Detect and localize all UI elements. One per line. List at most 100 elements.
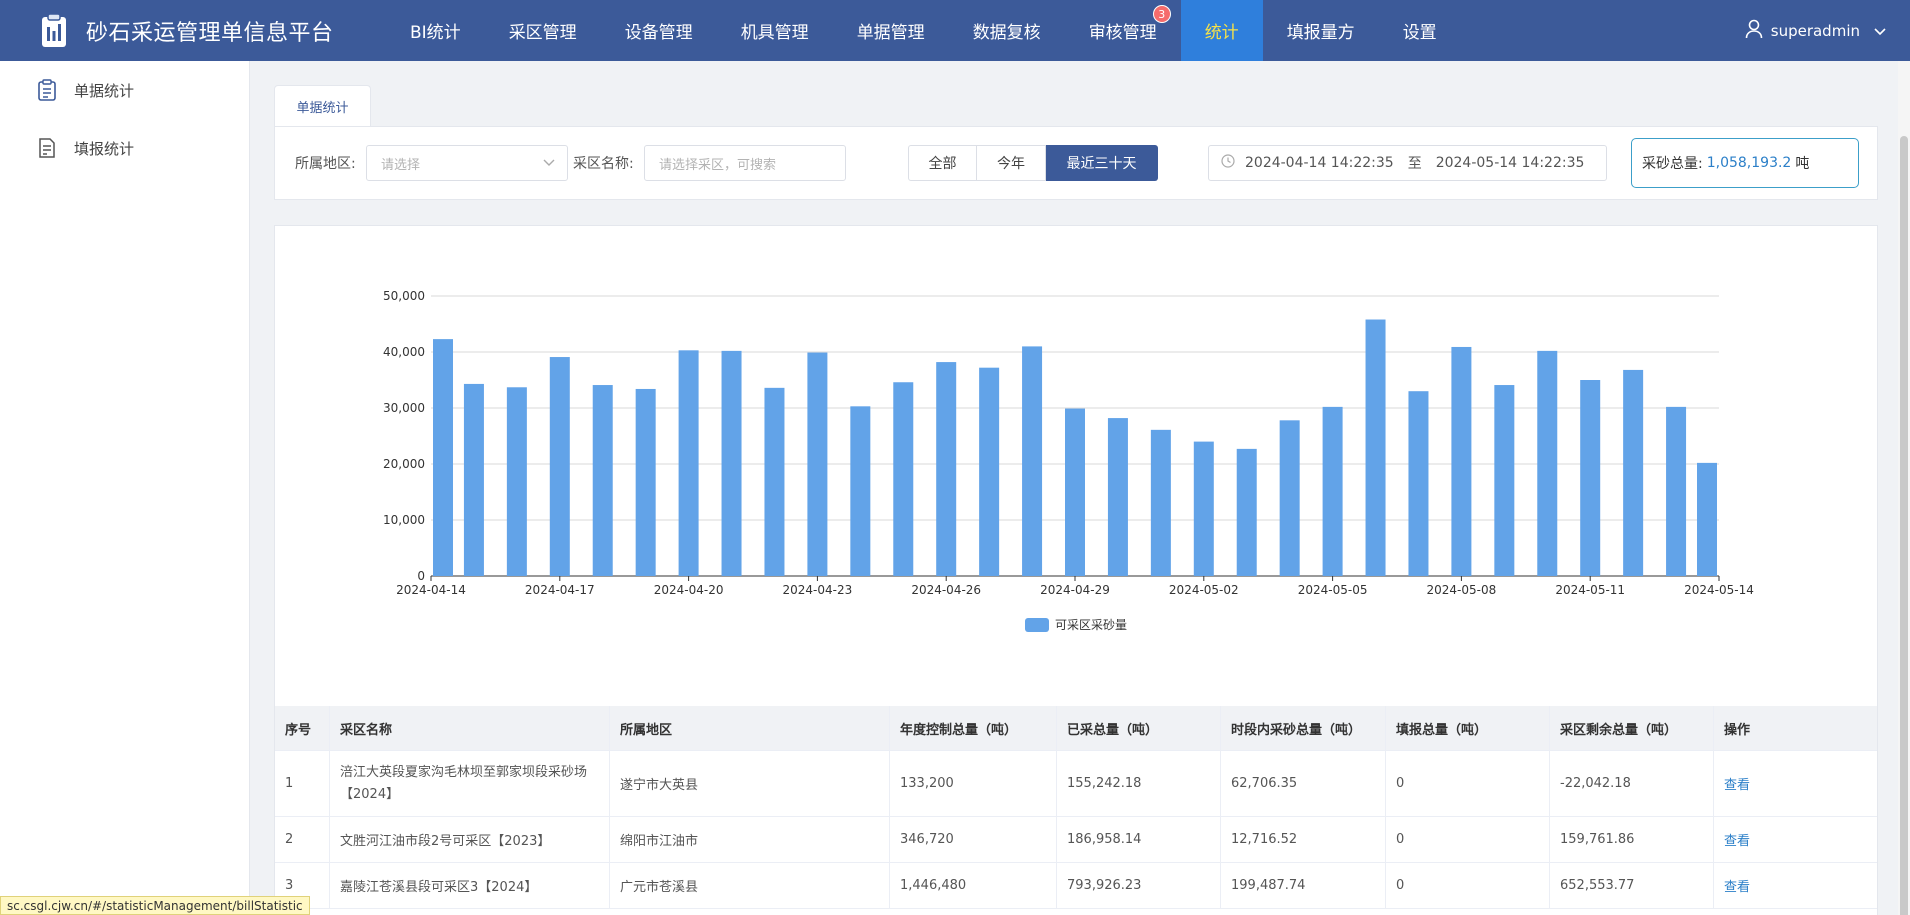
x-tick-label: 2024-05-02 (1169, 583, 1239, 597)
period-all-button[interactable]: 全部 (908, 145, 977, 181)
audit-count-badge: 3 (1152, 5, 1171, 23)
sidebar: 单据统计 填报统计 (0, 61, 250, 915)
bar (506, 387, 527, 576)
chevron-down-icon (1874, 22, 1886, 40)
x-tick-label: 2024-05-14 (1684, 583, 1754, 597)
bar (549, 357, 570, 576)
nav-settings[interactable]: 设置 (1379, 0, 1461, 61)
page-scrollbar[interactable] (1898, 61, 1910, 915)
scrollbar-thumb[interactable] (1900, 136, 1908, 915)
legend-swatch (1025, 617, 1049, 632)
nav-data-review[interactable]: 数据复核 (949, 0, 1065, 61)
document-icon (36, 137, 58, 159)
date-separator: 至 (1407, 156, 1422, 172)
col-header: 采区剩余总量（吨） (1550, 706, 1714, 750)
view-link-label[interactable]: 查看 (1724, 774, 1750, 793)
chevron-down-icon (543, 155, 555, 173)
date-end[interactable]: 2024-05-14 14:22:35 (1436, 155, 1585, 171)
period-this-year-button[interactable]: 今年 (977, 145, 1046, 181)
col-header: 年度控制总量（吨） (890, 706, 1057, 750)
x-tick-label: 2024-05-05 (1298, 583, 1368, 597)
nav-machinery[interactable]: 机具管理 (717, 0, 833, 61)
table-row: 1 涪江大英段夏家沟毛林坝至郭家坝段采砂场【2024】 遂宁市大英县 133,2… (275, 751, 1877, 817)
nav-label: 采区管理 (508, 23, 577, 43)
filter-bar: 所属地区: 请选择 采区名称: 请选择采区，可搜索 全部 今年 最近三十天 20… (274, 126, 1878, 200)
bar (463, 383, 484, 576)
period-last-30-days-button[interactable]: 最近三十天 (1046, 145, 1158, 181)
cell-region: 遂宁市大英县 (610, 751, 890, 816)
cell-fill-total: 0 (1386, 817, 1550, 862)
bar-chart: 0 10,000 20,000 30,000 40,000 50,000 2024-04-1… (383, 289, 1754, 597)
cell-annual-quota: 1,446,480 (890, 863, 1057, 908)
cell-fill-total: 0 (1386, 751, 1550, 816)
nav-documents[interactable]: 单据管理 (833, 0, 949, 61)
nav-equipment[interactable]: 设备管理 (601, 0, 717, 61)
view-link[interactable]: 查看 (1714, 751, 1877, 816)
content-panel: 0 10,000 20,000 30,000 40,000 50,000 2024-04-1… (274, 225, 1878, 915)
cell-remaining: -22,042.18 (1550, 751, 1714, 816)
cell-mined-total: 155,242.18 (1057, 751, 1221, 816)
bar (1408, 391, 1429, 576)
date-range-picker[interactable]: 2024-04-14 14:22:35 至 2024-05-14 14:22:3… (1208, 145, 1607, 181)
nav-statistics[interactable]: 统计 (1180, 0, 1263, 61)
y-tick-label: 40,000 (383, 345, 425, 359)
sidebar-item-bill-stats[interactable]: 单据统计 (0, 61, 249, 119)
filter-panel: 单据统计 所属地区: 请选择 采区名称: 请选择采区，可搜索 全部 今年 最近三… (274, 85, 1878, 200)
bar (678, 350, 699, 576)
view-link[interactable]: 查看 (1714, 817, 1877, 862)
nav-label: 机具管理 (740, 23, 809, 43)
bar (433, 339, 453, 576)
bar (592, 385, 613, 576)
view-link[interactable]: 查看 (1714, 863, 1877, 908)
view-link-label[interactable]: 查看 (1724, 830, 1750, 849)
nav-fill-volume[interactable]: 填报量方 (1263, 0, 1379, 61)
nav-label: 填报量方 (1286, 23, 1355, 43)
region-select[interactable]: 请选择 (366, 145, 568, 181)
sidebar-item-label: 填报统计 (74, 139, 135, 158)
nav-label: 审核管理 (1088, 23, 1157, 43)
period-segment: 全部 今年 最近三十天 (908, 145, 1158, 181)
sidebar-item-fill-stats[interactable]: 填报统计 (0, 119, 249, 177)
top-navbar: 砂石采运管理单信息平台 BI统计 采区管理 设备管理 机具管理 单据管理 数据复… (0, 0, 1910, 61)
tab-bill-stats[interactable]: 单据统计 (274, 85, 371, 127)
cell-mined-total: 186,958.14 (1057, 817, 1221, 862)
bar (979, 367, 1000, 576)
date-start[interactable]: 2024-04-14 14:22:35 (1245, 155, 1394, 171)
y-tick-label: 50,000 (383, 289, 425, 303)
bar (1279, 420, 1300, 576)
user-menu[interactable]: superadmin (1745, 0, 1886, 61)
nav-bi-stats[interactable]: BI统计 (386, 0, 485, 61)
nav-label: 单据管理 (856, 23, 925, 43)
total-label: 采砂总量: (1642, 156, 1703, 172)
nav-mining-area[interactable]: 采区管理 (485, 0, 601, 61)
y-tick-label: 10,000 (383, 513, 425, 527)
region-placeholder: 请选择 (381, 157, 421, 173)
x-tick-label: 2024-05-11 (1555, 583, 1625, 597)
table-row: 2 文胜河江油市段2号可采区【2023】 绵阳市江油市 346,720 186,… (275, 817, 1877, 863)
area-search-input[interactable]: 请选择采区，可搜索 (644, 145, 846, 181)
cell-period-total: 62,706.35 (1221, 751, 1386, 816)
nav-label: 数据复核 (972, 23, 1041, 43)
bar (1107, 418, 1128, 576)
nav-audit[interactable]: 审核管理 3 (1065, 0, 1181, 61)
bar (1623, 369, 1644, 576)
total-value: 1,058,193.2 (1706, 155, 1792, 171)
y-tick-label: 20,000 (383, 457, 425, 471)
col-header: 序号 (275, 706, 330, 750)
chart-legend[interactable]: 可采区采砂量 (1025, 616, 1127, 633)
x-tick-label: 2024-04-14 (396, 583, 466, 597)
total-unit: 吨 (1795, 156, 1810, 172)
nav-label: BI统计 (410, 23, 461, 43)
bar (807, 352, 828, 576)
view-link-label[interactable]: 查看 (1724, 876, 1750, 895)
table-row: 3 嘉陵江苍溪县段可采区3【2024】 广元市苍溪县 1,446,480 793… (275, 863, 1877, 909)
bar (1322, 406, 1343, 576)
app-logo[interactable]: 砂石采运管理单信息平台 (36, 12, 376, 49)
nav-label: 统计 (1204, 23, 1239, 43)
col-header: 时段内采砂总量（吨） (1221, 706, 1386, 750)
cell-mined-total: 793,926.23 (1057, 863, 1221, 908)
col-header: 操作 (1724, 722, 1751, 738)
clipboard-logo-icon (36, 12, 72, 49)
bar (1580, 380, 1601, 576)
main-nav: BI统计 采区管理 设备管理 机具管理 单据管理 数据复核 审核管理 3 统计 … (386, 0, 1461, 61)
